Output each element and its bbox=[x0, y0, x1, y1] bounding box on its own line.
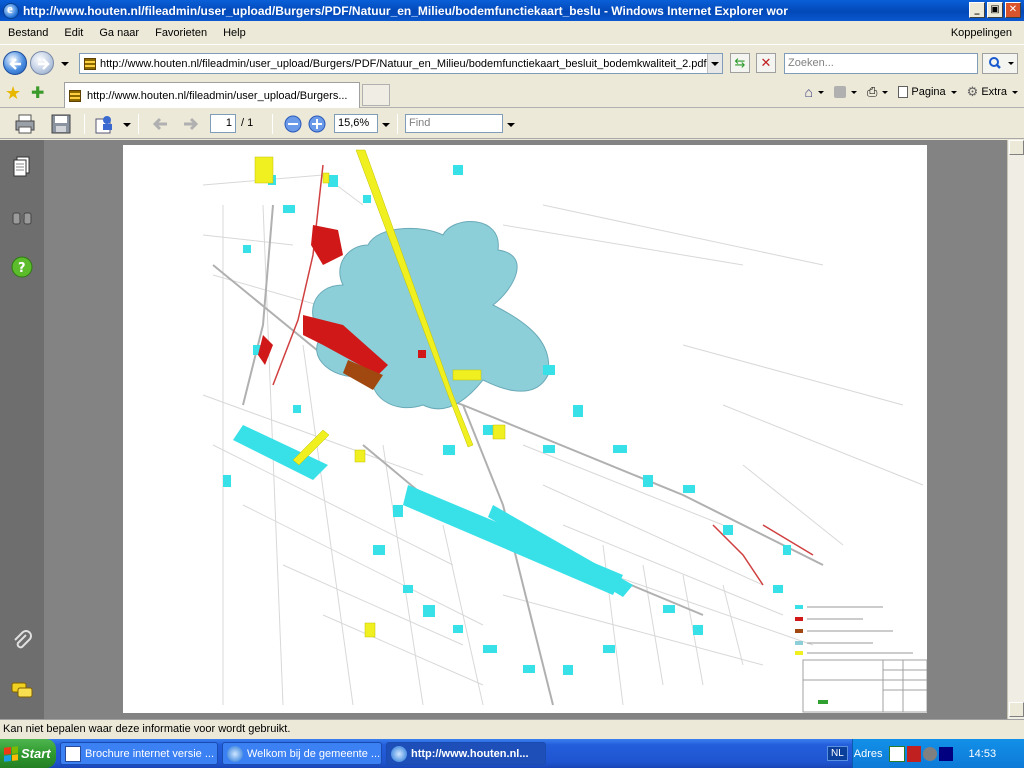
next-page-icon[interactable] bbox=[180, 113, 202, 135]
tray-app-icon[interactable] bbox=[906, 745, 921, 762]
add-favorite-icon[interactable]: ✚ bbox=[31, 83, 44, 103]
menu-help[interactable]: Help bbox=[215, 27, 254, 39]
share-user-icon[interactable] bbox=[94, 113, 116, 135]
save-icon[interactable] bbox=[50, 113, 72, 135]
svg-text:?: ? bbox=[18, 261, 26, 276]
pdf-page-icon bbox=[69, 89, 81, 102]
back-arrow-icon bbox=[9, 58, 21, 70]
address-bar: http://www.houten.nl/fileadmin/user_uplo… bbox=[0, 46, 1024, 80]
tray-app-icon[interactable] bbox=[922, 746, 937, 761]
pdf-viewer: ? bbox=[0, 140, 1024, 719]
navigation-panel: ? bbox=[0, 140, 44, 719]
tab-active[interactable]: http://www.houten.nl/fileadmin/user_uplo… bbox=[64, 82, 360, 108]
forward-arrow-icon bbox=[38, 58, 50, 70]
share-dropdown-icon[interactable] bbox=[123, 123, 131, 127]
tray-app-icon[interactable] bbox=[938, 746, 953, 761]
zoom-out-icon[interactable] bbox=[282, 113, 304, 135]
map-title-block bbox=[802, 659, 927, 713]
search-button[interactable] bbox=[982, 53, 1018, 74]
clock[interactable]: 14:53 bbox=[969, 748, 997, 760]
language-indicator[interactable]: NL bbox=[827, 746, 848, 761]
window-title: http://www.houten.nl/fileadmin/user_uplo… bbox=[23, 3, 788, 18]
home-icon: ⌂ bbox=[804, 84, 813, 100]
zoom-level-input[interactable]: 15,6% bbox=[334, 114, 378, 133]
tab-bar: ★ ✚ http://www.houten.nl/fileadmin/user_… bbox=[0, 80, 1024, 108]
tools-menu-button[interactable]: ⚙ Extra bbox=[967, 84, 1018, 100]
start-button[interactable]: Start bbox=[0, 739, 56, 768]
find-dropdown-icon[interactable] bbox=[507, 123, 515, 127]
ie-icon bbox=[391, 745, 407, 762]
home-button[interactable]: ⌂ bbox=[805, 84, 824, 100]
scroll-down-button[interactable] bbox=[1009, 702, 1024, 717]
close-button[interactable]: ✕ bbox=[1005, 2, 1021, 18]
help-icon[interactable]: ? bbox=[11, 256, 33, 278]
refresh-button[interactable]: ⇆ bbox=[730, 53, 750, 73]
pdf-page-icon bbox=[84, 57, 96, 70]
windows-logo-icon bbox=[4, 745, 18, 762]
address-field[interactable]: http://www.houten.nl/fileadmin/user_uplo… bbox=[79, 53, 723, 74]
pdf-toolbar: 1 / 1 15,6% Find bbox=[0, 109, 1024, 139]
page-icon bbox=[898, 86, 909, 98]
taskbar-item-ie-1[interactable]: Welkom bij de gemeente ... bbox=[222, 742, 382, 765]
page-number-input[interactable]: 1 bbox=[210, 114, 236, 133]
vertical-scrollbar[interactable] bbox=[1007, 140, 1024, 719]
taskbar-item-word[interactable]: Brochure internet versie ... bbox=[60, 742, 218, 765]
pdf-page[interactable] bbox=[123, 145, 927, 713]
address-text[interactable]: http://www.houten.nl/fileadmin/user_uplo… bbox=[100, 58, 707, 70]
menu-bestand[interactable]: Bestand bbox=[0, 27, 56, 39]
forward-button[interactable] bbox=[30, 51, 54, 75]
status-bar: Kan niet bepalen waar deze informatie vo… bbox=[0, 719, 1024, 739]
print-cmd-button[interactable]: ⎙ bbox=[866, 84, 889, 100]
word-document-icon bbox=[65, 745, 81, 762]
print-icon[interactable] bbox=[14, 113, 36, 135]
title-bar[interactable]: http://www.houten.nl/fileadmin/user_uplo… bbox=[0, 0, 1024, 21]
start-label: Start bbox=[21, 746, 51, 761]
tray-app-icon[interactable] bbox=[888, 745, 905, 762]
search-icon bbox=[989, 57, 1014, 69]
address-dropdown-button[interactable] bbox=[707, 54, 722, 73]
pages-icon[interactable] bbox=[11, 155, 33, 177]
new-tab-button[interactable] bbox=[362, 84, 390, 106]
back-button[interactable] bbox=[3, 51, 27, 75]
zoom-in-icon[interactable] bbox=[306, 113, 328, 135]
page-menu-button[interactable]: Pagina bbox=[898, 86, 957, 98]
menu-bar: Bestand Edit Ga naar Favorieten Help Kop… bbox=[0, 21, 1024, 45]
previous-page-icon[interactable] bbox=[150, 113, 172, 135]
menu-edit[interactable]: Edit bbox=[56, 27, 91, 39]
page-menu-label: Pagina bbox=[911, 86, 946, 98]
address-toolbar-label[interactable]: Adres bbox=[854, 748, 883, 760]
taskbar: Start Brochure internet versie ... Welko… bbox=[0, 739, 1024, 768]
rss-icon bbox=[833, 86, 846, 98]
maximize-button[interactable]: ▣ bbox=[987, 2, 1003, 18]
binoculars-icon[interactable] bbox=[11, 206, 33, 228]
menu-ga-naar[interactable]: Ga naar bbox=[91, 27, 147, 39]
history-dropdown-icon[interactable] bbox=[61, 62, 69, 66]
tab-title: http://www.houten.nl/fileadmin/user_uplo… bbox=[87, 89, 348, 102]
ie-icon bbox=[227, 745, 243, 762]
comments-icon[interactable] bbox=[11, 680, 33, 702]
stop-button[interactable]: ✕ bbox=[756, 53, 776, 73]
favorites-star-icon[interactable]: ★ bbox=[5, 83, 21, 104]
find-input[interactable]: Find bbox=[405, 114, 503, 133]
tools-menu-label: Extra bbox=[981, 86, 1007, 98]
scroll-up-button[interactable] bbox=[1009, 140, 1024, 155]
taskbar-item-ie-active[interactable]: http://www.houten.nl... bbox=[386, 742, 546, 765]
zoom-dropdown-icon[interactable] bbox=[382, 123, 390, 127]
system-tray: NL Adres 14:53 bbox=[827, 739, 1024, 768]
soil-function-map bbox=[202, 149, 927, 713]
ie-icon bbox=[3, 1, 19, 19]
map-legend bbox=[795, 605, 913, 655]
attachment-icon[interactable] bbox=[11, 630, 33, 652]
feeds-button[interactable] bbox=[833, 86, 857, 98]
menu-favorieten[interactable]: Favorieten bbox=[147, 27, 215, 39]
page-total-label: / 1 bbox=[241, 117, 254, 129]
links-button[interactable]: Koppelingen bbox=[943, 27, 1020, 39]
search-input[interactable]: Zoeken... bbox=[784, 53, 978, 74]
gear-icon: ⚙ bbox=[966, 84, 979, 99]
printer-icon: ⎙ bbox=[866, 84, 878, 99]
minimize-button[interactable]: _ bbox=[969, 2, 985, 18]
